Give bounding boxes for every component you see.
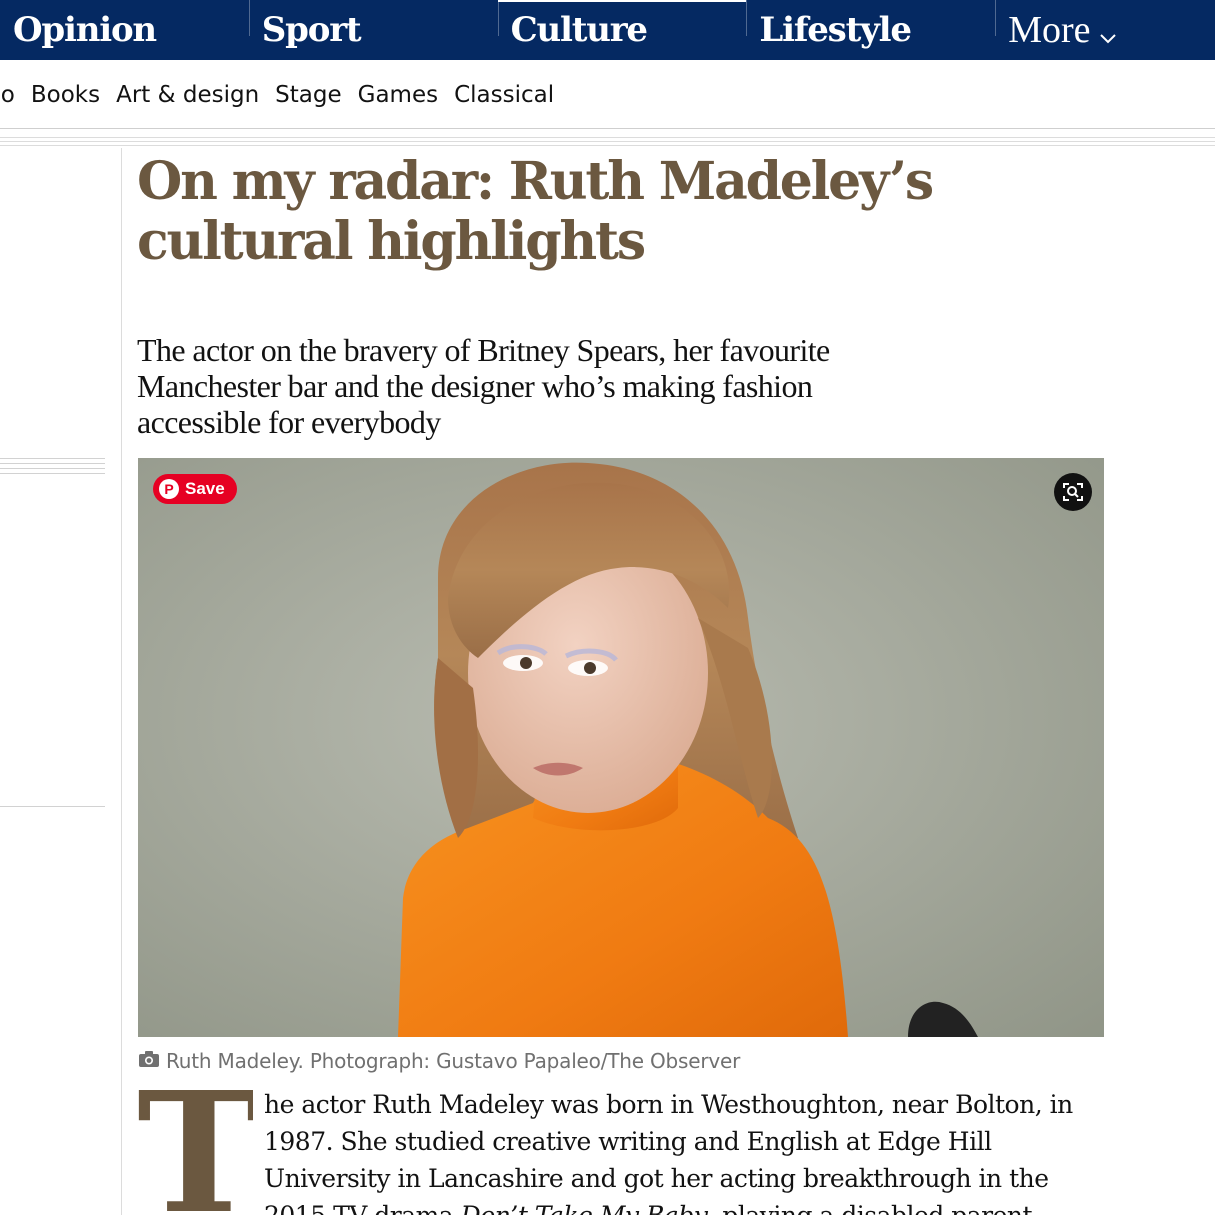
image-caption: Ruth Madeley. Photograph: Gustavo Papale… — [138, 1049, 740, 1073]
body-line: he actor Ruth Madeley was born in Westho… — [264, 1090, 1073, 1119]
subnav-item-stage[interactable]: Stage — [275, 82, 341, 108]
column-divider — [121, 148, 122, 1215]
pillar-sport[interactable]: Sport — [248, 0, 498, 60]
chevron-down-icon — [1099, 11, 1117, 55]
subnav-item-books[interactable]: Books — [31, 82, 100, 108]
portrait-illustration — [138, 458, 1104, 1037]
article-body: he actor Ruth Madeley was born in Westho… — [264, 1086, 1104, 1215]
article-main-image[interactable]: P Save — [138, 458, 1104, 1037]
article-headline: On my radar: Ruth Madeley’s cultural hig… — [137, 151, 934, 272]
programme-title-link[interactable]: Don’t Take My Baby — [461, 1201, 708, 1215]
subnav-item-art-design[interactable]: Art & design — [116, 82, 259, 108]
subnav-item-audio[interactable]: lio — [0, 82, 15, 108]
sidebar-divider — [0, 806, 105, 807]
pinterest-icon: P — [159, 479, 179, 499]
body-line: 1987. She studied creative writing and E… — [264, 1127, 992, 1156]
camera-icon — [138, 1049, 160, 1073]
pillar-opinion[interactable]: Opinion — [0, 0, 249, 60]
lens-search-icon — [1061, 480, 1085, 504]
pillar-lifestyle[interactable]: Lifestyle — [746, 0, 995, 60]
save-label: Save — [185, 479, 225, 498]
more-label: More — [1008, 9, 1091, 51]
caption-text: Ruth Madeley. Photograph: Gustavo Papale… — [166, 1049, 741, 1073]
subnav-item-games[interactable]: Games — [358, 82, 438, 108]
divider — [0, 137, 1215, 138]
body-text: 2015 TV drama — [264, 1201, 461, 1215]
divider — [0, 141, 1215, 142]
divider — [0, 145, 1215, 146]
article-standfirst: The actor on the bravery of Britney Spea… — [137, 332, 830, 440]
sidebar-rules — [0, 458, 105, 478]
drop-cap: T — [137, 1084, 253, 1215]
pillar-more-button[interactable]: More — [995, 0, 1215, 60]
pinterest-save-button[interactable]: P Save — [153, 474, 237, 504]
sub-nav: lio Books Art & design Stage Games Class… — [0, 60, 1215, 130]
lens-search-button[interactable] — [1054, 473, 1092, 511]
body-line: University in Lancashire and got her act… — [264, 1164, 1049, 1193]
body-text: , playing a disabled parent — [707, 1201, 1032, 1215]
pillar-culture[interactable]: Culture — [497, 0, 747, 60]
pillar-nav: Opinion Sport Culture Lifestyle More — [0, 0, 1215, 60]
subnav-item-classical[interactable]: Classical — [454, 82, 554, 108]
body-line: 2015 TV drama Don’t Take My Baby, playin… — [264, 1197, 1104, 1215]
divider — [0, 128, 1215, 129]
